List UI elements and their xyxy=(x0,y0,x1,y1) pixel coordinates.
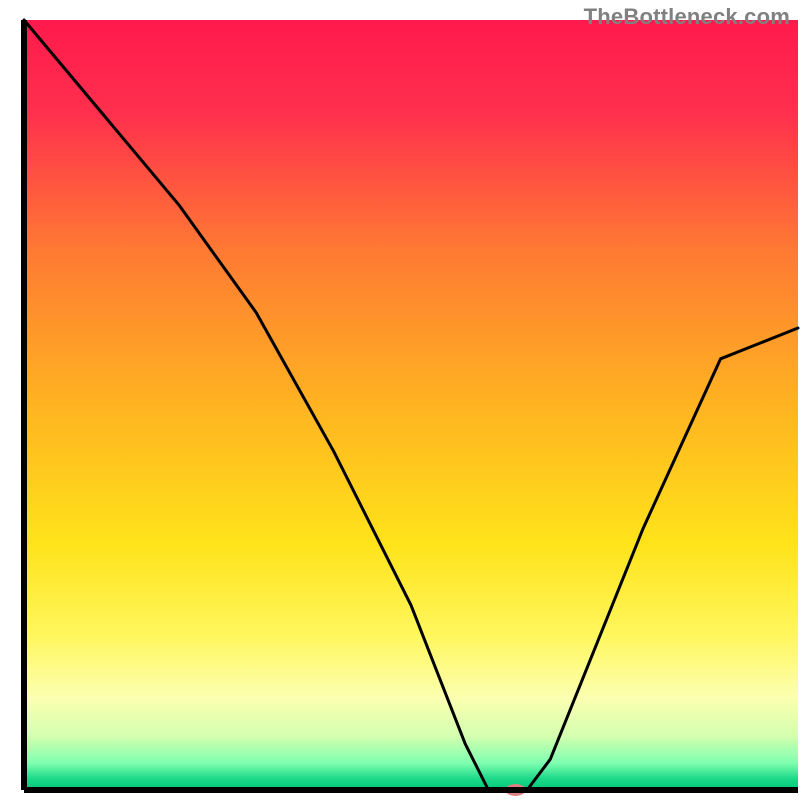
chart-container: TheBottleneck.com xyxy=(0,0,800,800)
watermark-text: TheBottleneck.com xyxy=(584,4,790,30)
gradient-background xyxy=(24,20,798,790)
bottleneck-chart xyxy=(0,0,800,800)
